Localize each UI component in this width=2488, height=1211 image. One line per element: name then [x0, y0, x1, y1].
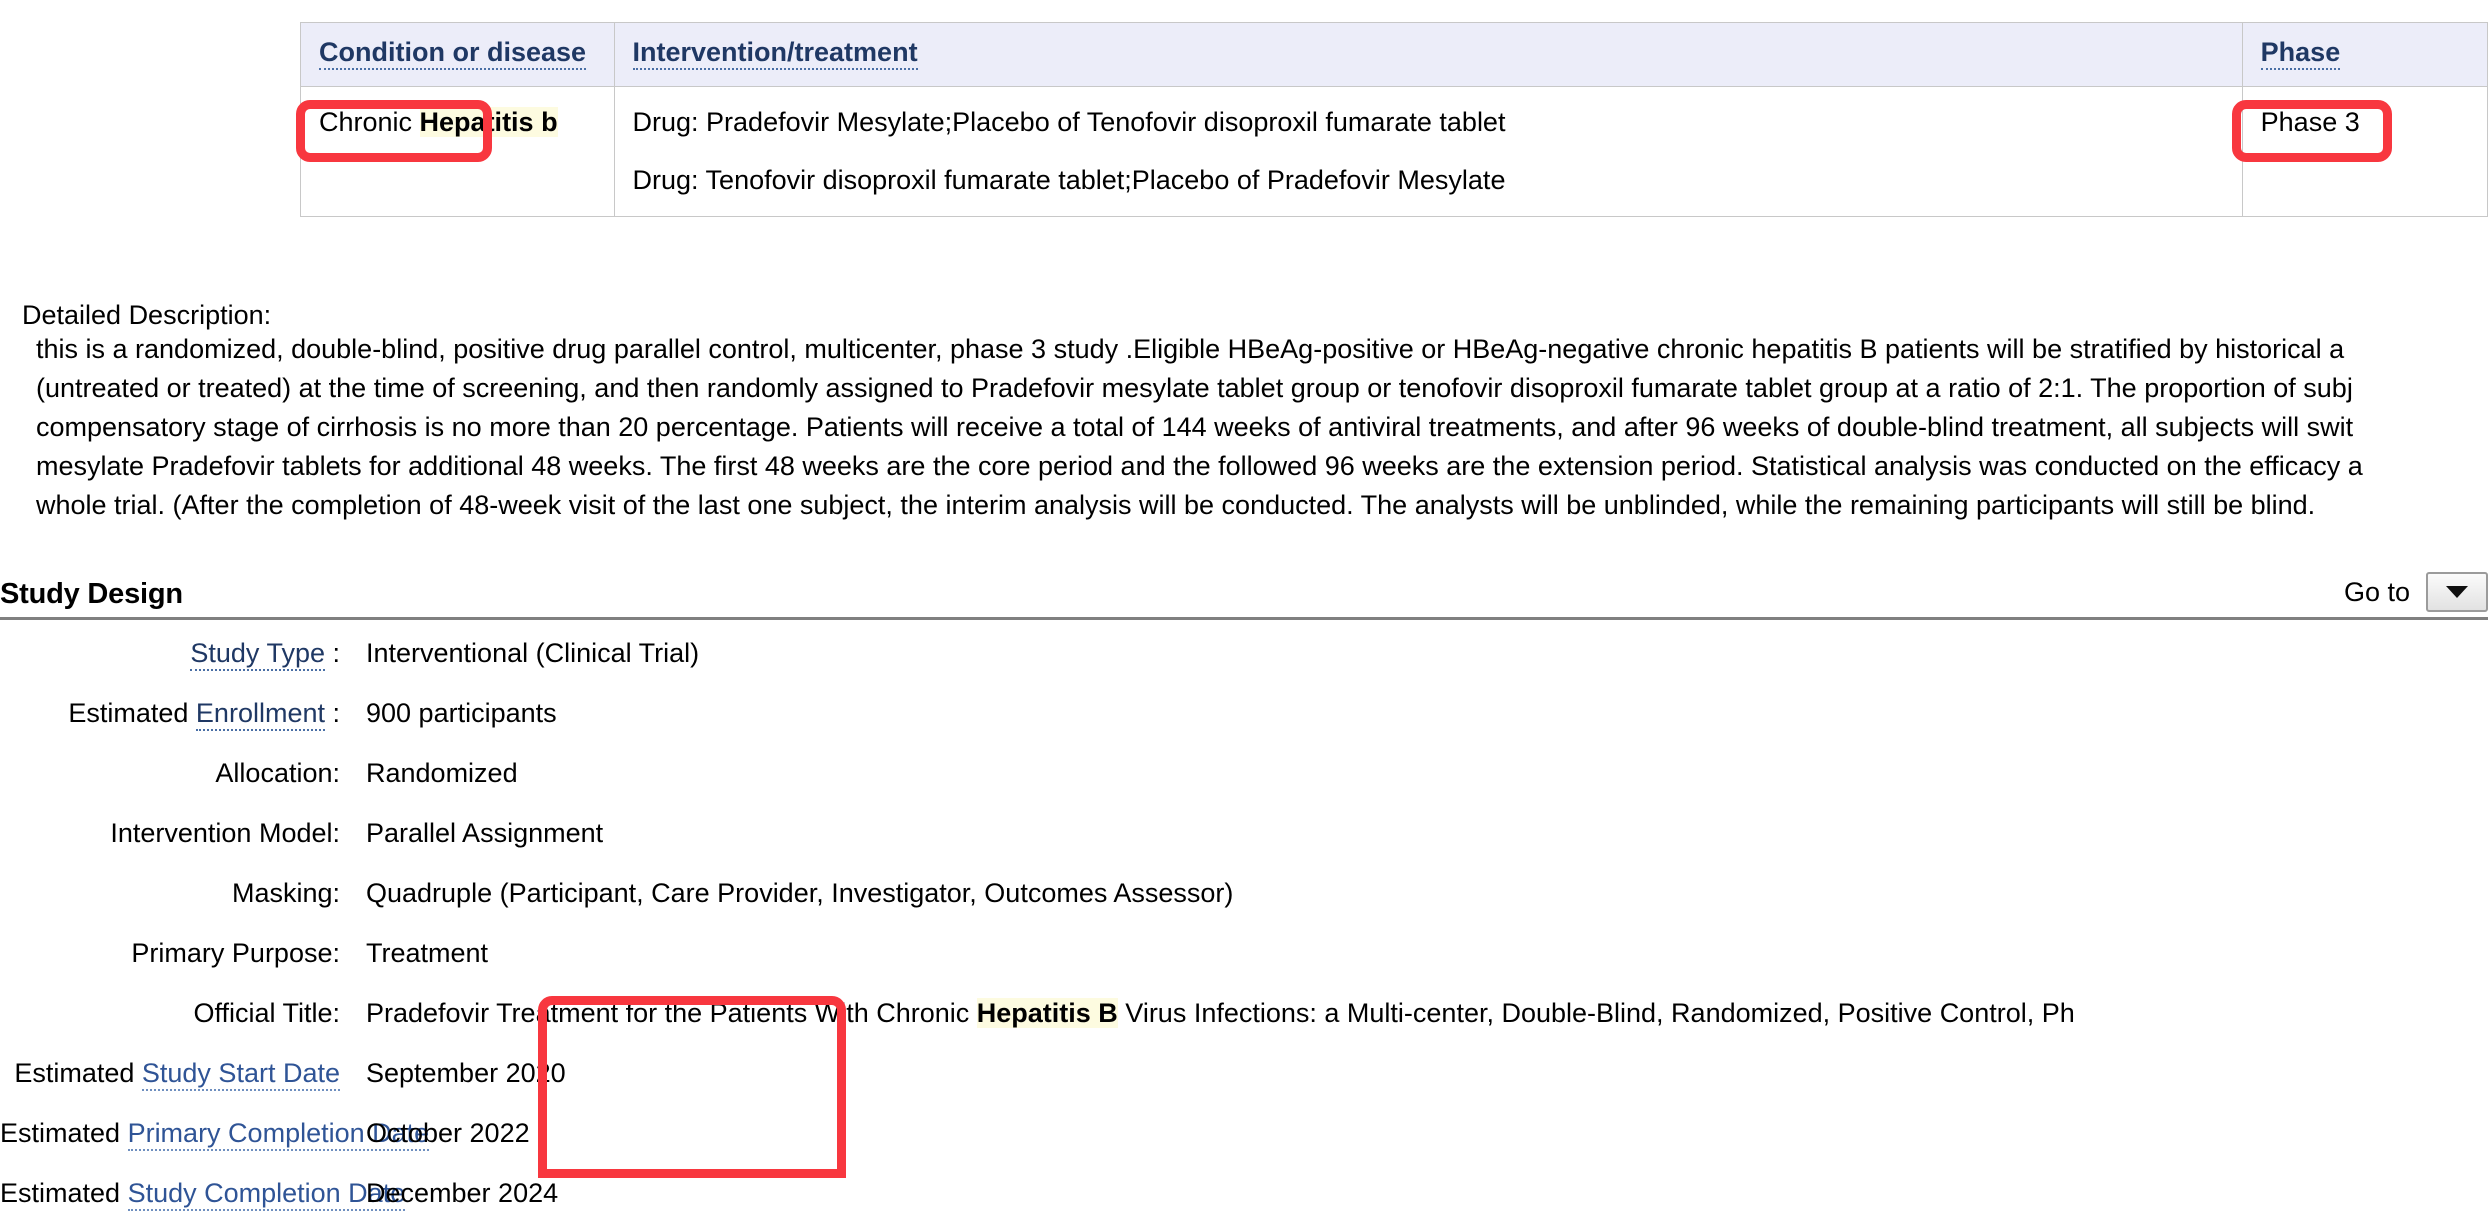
value-allocation: Randomized	[366, 758, 518, 788]
row-spacer	[0, 848, 2488, 878]
row-allocation: Allocation: Randomized	[0, 758, 2488, 788]
description-line-3: compensatory stage of cirrhosis is no mo…	[36, 412, 2354, 442]
study-start-date-link[interactable]: Study Start Date	[141, 1058, 340, 1091]
official-title-highlight: Hepatitis B	[976, 998, 1118, 1028]
study-design-rows: Study Type : Interventional (Clinical Tr…	[0, 638, 2488, 1211]
row-enrollment: Estimated Enrollment : 900 participants	[0, 698, 2488, 731]
table-header-row: Condition or disease Intervention/treatm…	[300, 22, 2488, 87]
row-official-title: Official Title: Pradefovir Treatment for…	[0, 998, 2488, 1028]
study-start-date-prefix: Estimated	[14, 1058, 142, 1088]
label-primary-completion-date: Estimated Primary Completion Date	[0, 1118, 430, 1151]
row-spacer	[0, 1028, 2488, 1058]
value-masking: Quadruple (Participant, Care Provider, I…	[366, 878, 1234, 908]
cell-condition: Chronic Hepatitis b	[300, 86, 615, 217]
column-header-phase: Phase	[2241, 22, 2488, 87]
conditions-table-wrapper: Condition or disease Intervention/treatm…	[300, 22, 2488, 217]
description-line-2: (untreated or treated) at the time of sc…	[36, 373, 2353, 403]
row-intervention-model: Intervention Model: Parallel Assignment	[0, 818, 2488, 848]
study-type-link[interactable]: Study Type	[190, 638, 325, 671]
label-allocation: Allocation:	[215, 758, 340, 788]
phase-link[interactable]: Phase	[2260, 37, 2341, 70]
cell-intervention: Drug: Pradefovir Mesylate;Placebo of Ten…	[613, 86, 2243, 217]
description-line-4: mesylate Pradefovir tablets for addition…	[36, 451, 2363, 481]
row-study-start-date: Estimated Study Start Date September 202…	[0, 1058, 2488, 1091]
primary-completion-date-prefix: Estimated	[0, 1118, 128, 1148]
label-primary-purpose: Primary Purpose:	[131, 938, 340, 968]
value-study-type: Interventional (Clinical Trial)	[366, 638, 700, 668]
row-study-completion-date: Estimated Study Completion Date December…	[0, 1178, 2488, 1211]
column-header-intervention: Intervention/treatment	[613, 22, 2243, 87]
row-masking: Masking: Quadruple (Participant, Care Pr…	[0, 878, 2488, 908]
row-spacer	[0, 1148, 2488, 1178]
conditions-table: Condition or disease Intervention/treatm…	[300, 22, 2488, 217]
value-official-title: Pradefovir Treatment for the Patients Wi…	[366, 998, 2075, 1029]
intervention-treatment-link[interactable]: Intervention/treatment	[632, 37, 918, 70]
row-primary-purpose: Primary Purpose: Treatment	[0, 938, 2488, 968]
label-study-type: Study Type :	[0, 638, 340, 671]
value-enrollment: 900 participants	[366, 698, 557, 728]
value-primary-purpose: Treatment	[366, 938, 489, 968]
goto-dropdown-button[interactable]	[2426, 572, 2488, 612]
condition-prefix-text: Chronic	[319, 107, 420, 137]
row-spacer	[0, 788, 2488, 818]
study-design-header: Study Design Go to	[0, 572, 2488, 620]
table-row: Chronic Hepatitis b Drug: Pradefovir Mes…	[300, 86, 2488, 217]
chevron-down-icon	[2446, 586, 2468, 598]
condition-highlight-text: Hepatitis b	[419, 107, 558, 137]
goto-control: Go to	[2344, 572, 2488, 612]
study-completion-date-link[interactable]: Study Completion Date	[127, 1178, 406, 1211]
value-primary-completion-date: October 2022	[366, 1118, 530, 1148]
label-study-start-date: Estimated Study Start Date	[0, 1058, 340, 1091]
official-title-part-2: Virus Infections: a Multi-center, Double…	[1117, 998, 2075, 1028]
goto-label: Go to	[2343, 576, 2410, 607]
row-study-type: Study Type : Interventional (Clinical Tr…	[0, 638, 2488, 671]
row-spacer	[0, 968, 2488, 998]
label-intervention-model: Intervention Model:	[110, 818, 340, 848]
label-study-completion-date: Estimated Study Completion Date	[0, 1178, 406, 1211]
page-title: Study Design	[0, 578, 183, 610]
description-line-1: this is a randomized, double-blind, posi…	[36, 334, 2345, 364]
label-official-title: Official Title:	[193, 998, 340, 1028]
study-type-suffix: :	[324, 638, 340, 668]
enrollment-suffix: :	[324, 698, 340, 728]
official-title-part-1: Pradefovir Treatment for the Patients Wi…	[366, 998, 977, 1028]
description-line-5: whole trial. (After the completion of 48…	[36, 490, 2316, 520]
column-header-condition: Condition or disease	[300, 22, 615, 87]
enrollment-link[interactable]: Enrollment	[195, 698, 325, 731]
row-spacer	[0, 1088, 2488, 1118]
value-study-start-date: September 2020	[366, 1058, 566, 1088]
intervention-line-2: Drug: Tenofovir disoproxil fumarate tabl…	[632, 165, 1506, 196]
row-spacer	[0, 668, 2488, 698]
enrollment-prefix: Estimated	[68, 698, 196, 728]
label-enrollment: Estimated Enrollment :	[0, 698, 340, 731]
value-study-completion-date: December 2024	[366, 1178, 559, 1208]
label-masking: Masking:	[231, 878, 340, 908]
row-spacer	[0, 728, 2488, 758]
study-completion-date-prefix: Estimated	[0, 1178, 128, 1208]
row-primary-completion-date: Estimated Primary Completion Date Octobe…	[0, 1118, 2488, 1151]
detailed-description-body: this is a randomized, double-blind, posi…	[36, 330, 2488, 525]
row-spacer	[0, 908, 2488, 938]
cell-phase: Phase 3	[2241, 86, 2488, 217]
condition-or-disease-link[interactable]: Condition or disease	[319, 37, 587, 70]
detailed-description-label: Detailed Description:	[22, 300, 272, 330]
intervention-line-1: Drug: Pradefovir Mesylate;Placebo of Ten…	[632, 107, 1506, 137]
value-intervention-model: Parallel Assignment	[366, 818, 604, 848]
